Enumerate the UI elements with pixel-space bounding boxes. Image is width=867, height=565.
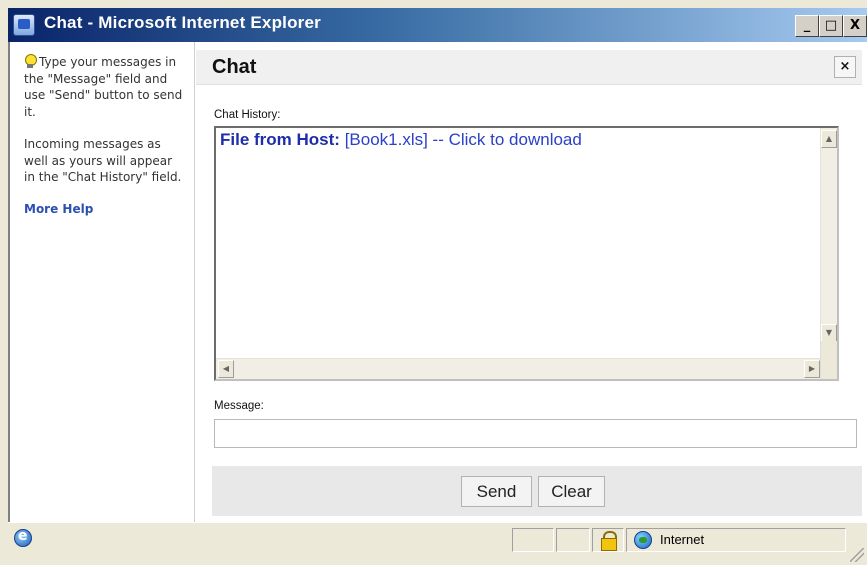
internet-explorer-icon bbox=[13, 14, 35, 36]
close-chat-button[interactable]: × bbox=[834, 56, 856, 78]
more-help-link[interactable]: More Help bbox=[24, 202, 184, 216]
scroll-right-icon[interactable]: ▶ bbox=[804, 360, 820, 378]
title-bar[interactable]: Chat - Microsoft Internet Explorer _ □ X bbox=[8, 8, 867, 42]
maximize-button[interactable]: □ bbox=[819, 15, 843, 37]
scroll-down-icon[interactable]: ▼ bbox=[821, 324, 837, 342]
message-label: Message: bbox=[214, 400, 264, 412]
page-title: Chat bbox=[212, 56, 257, 78]
lightbulb-icon bbox=[24, 54, 37, 68]
browser-window: Chat - Microsoft Internet Explorer _ □ X… bbox=[0, 0, 867, 565]
close-window-button[interactable]: X bbox=[843, 15, 867, 37]
globe-icon bbox=[634, 531, 652, 549]
page-content: Type your messages in the "Message" fiel… bbox=[8, 42, 867, 522]
help-text-1: Type your messages in the "Message" fiel… bbox=[24, 54, 184, 120]
status-segment bbox=[556, 528, 590, 552]
help-panel: Type your messages in the "Message" fiel… bbox=[10, 42, 195, 522]
minimize-button[interactable]: _ bbox=[795, 15, 819, 37]
chat-header: Chat × bbox=[196, 50, 862, 85]
zone-segment bbox=[626, 528, 846, 552]
vertical-scrollbar[interactable]: ▲ ▼ bbox=[820, 128, 837, 344]
scroll-up-icon[interactable]: ▲ bbox=[821, 130, 837, 148]
message-sender: File from Host: bbox=[220, 130, 340, 149]
window-controls: _ □ X bbox=[795, 15, 867, 37]
scroll-left-icon[interactable]: ◀ bbox=[218, 360, 234, 378]
button-bar: Send Clear bbox=[212, 466, 862, 516]
chat-history-label: Chat History: bbox=[214, 109, 281, 121]
resize-grip-icon[interactable] bbox=[850, 548, 864, 562]
download-file-link[interactable]: [Book1.xls] -- Click to download bbox=[345, 130, 582, 149]
chat-history-field[interactable]: File from Host: [Book1.xls] -- Click to … bbox=[214, 126, 839, 381]
lock-icon[interactable] bbox=[600, 531, 617, 551]
security-zone: Internet bbox=[660, 532, 705, 547]
horizontal-scrollbar[interactable]: ◀ ▶ bbox=[216, 358, 822, 379]
window-title: Chat - Microsoft Internet Explorer bbox=[44, 13, 321, 32]
page-status-icon bbox=[14, 528, 32, 547]
send-button[interactable]: Send bbox=[461, 476, 532, 507]
help-text-2: Incoming messages as well as yours will … bbox=[24, 137, 182, 184]
status-segment bbox=[512, 528, 554, 552]
clear-button[interactable]: Clear bbox=[538, 476, 605, 507]
help-instructions: Type your messages in the "Message" fiel… bbox=[24, 55, 183, 119]
message-field[interactable] bbox=[214, 419, 857, 448]
chat-panel: Chat × Chat History: File from Host: [Bo… bbox=[196, 42, 867, 522]
status-bar: Internet bbox=[8, 522, 867, 565]
scrollbar-corner bbox=[820, 341, 837, 379]
chat-message[interactable]: File from Host: [Book1.xls] -- Click to … bbox=[220, 130, 582, 150]
